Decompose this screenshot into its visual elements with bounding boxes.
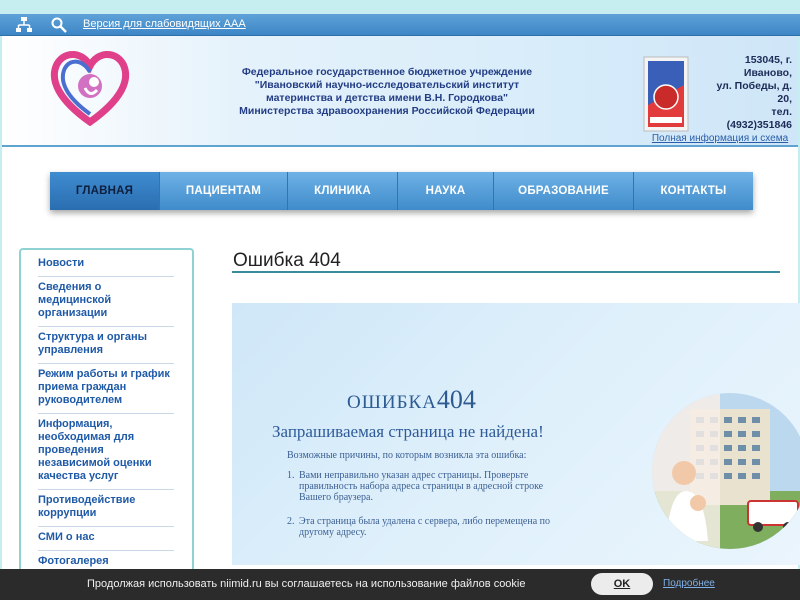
- organization-name: Федеральное государственное бюджетное уч…: [222, 66, 552, 118]
- contact-line: тел.: [771, 106, 792, 118]
- nav-item-patients[interactable]: ПАЦИЕНТАМ: [160, 172, 288, 210]
- sidebar-item-quality-assessment[interactable]: Информация, необходимая для проведения н…: [38, 414, 174, 490]
- nav-item-science[interactable]: НАУКА: [398, 172, 494, 210]
- contact-line: Иваново,: [743, 67, 792, 79]
- contact-line: (4932)351846: [726, 119, 792, 131]
- contact-line: 153045, г.: [744, 54, 792, 66]
- list-item-text: Вами неправильно указан адрес страницы. …: [299, 470, 544, 503]
- error-reasons-intro: Возможные причины, по которым возникла э…: [287, 450, 527, 461]
- org-line: Министерства здравоохранения Российской …: [239, 105, 535, 117]
- org-line: "Ивановский научно-исследовательский инс…: [254, 79, 520, 91]
- sidebar-item-organization-info[interactable]: Сведения о медицинской организации: [38, 277, 174, 327]
- sidebar-item-anticorruption[interactable]: Противодействие коррупции: [38, 490, 174, 527]
- page-title: Ошибка 404: [233, 250, 341, 271]
- sidebar-item-structure[interactable]: Структура и органы управления: [38, 327, 174, 364]
- contact-line: 20,: [777, 93, 792, 105]
- error-subheading: Запрашиваемая страница не найдена!: [272, 422, 544, 441]
- title-divider: [232, 271, 780, 273]
- cookie-more-link[interactable]: Подробнее: [663, 578, 715, 589]
- cookie-ok-button[interactable]: OK: [591, 573, 653, 595]
- list-item: 2. Эта страница была удалена с сервера, …: [287, 516, 577, 538]
- sitemap-icon[interactable]: [15, 16, 33, 34]
- error-banner: ошибка404 Запрашиваемая страница не найд…: [232, 303, 800, 565]
- sidebar-item-news[interactable]: Новости: [38, 254, 174, 277]
- contact-line: ул. Победы, д.: [716, 80, 792, 92]
- contacts-block: 153045, г. Иваново, ул. Победы, д. 20, т…: [652, 54, 792, 157]
- error-word: ошибка: [347, 392, 437, 413]
- nav-item-clinic[interactable]: КЛИНИКА: [288, 172, 398, 210]
- error-code: 404: [436, 385, 476, 414]
- hospital-photo: [650, 391, 800, 551]
- main-nav: ГЛАВНАЯ ПАЦИЕНТАМ КЛИНИКА НАУКА ОБРАЗОВА…: [50, 172, 753, 210]
- org-line: Федеральное государственное бюджетное уч…: [241, 66, 533, 78]
- org-line: материнства и детства имени В.Н. Городко…: [265, 92, 509, 104]
- institute-logo[interactable]: [47, 46, 133, 127]
- top-bar: Версия для слабовидящих AAA: [0, 14, 800, 36]
- sidebar-item-schedule[interactable]: Режим работы и график приема граждан рук…: [38, 364, 174, 414]
- error-reasons-list: 1. Вами неправильно указан адрес страниц…: [287, 470, 577, 551]
- anniversary-book-image[interactable]: [642, 55, 690, 133]
- nav-item-education[interactable]: ОБРАЗОВАНИЕ: [494, 172, 634, 210]
- nav-item-home[interactable]: ГЛАВНАЯ: [50, 172, 160, 210]
- site-header: Федеральное государственное бюджетное уч…: [2, 36, 798, 156]
- list-item-number: 1.: [287, 470, 295, 481]
- error-heading: ошибка404: [347, 385, 476, 415]
- list-item-text: Эта страница была удалена с сервера, либ…: [299, 516, 551, 538]
- cookie-text: Продолжая использовать niimid.ru вы согл…: [87, 578, 526, 590]
- sidebar-menu: Новости Сведения о медицинской организац…: [19, 248, 194, 600]
- list-item-number: 2.: [287, 516, 295, 527]
- sidebar-item-media[interactable]: СМИ о нас: [38, 527, 174, 551]
- nav-item-contacts[interactable]: КОНТАКТЫ: [634, 172, 753, 210]
- cookie-bar: Продолжая использовать niimid.ru вы согл…: [0, 569, 800, 600]
- search-icon[interactable]: [50, 16, 68, 34]
- list-item: 1. Вами неправильно указан адрес страниц…: [287, 470, 577, 503]
- accessibility-link[interactable]: Версия для слабовидящих AAA: [83, 18, 246, 30]
